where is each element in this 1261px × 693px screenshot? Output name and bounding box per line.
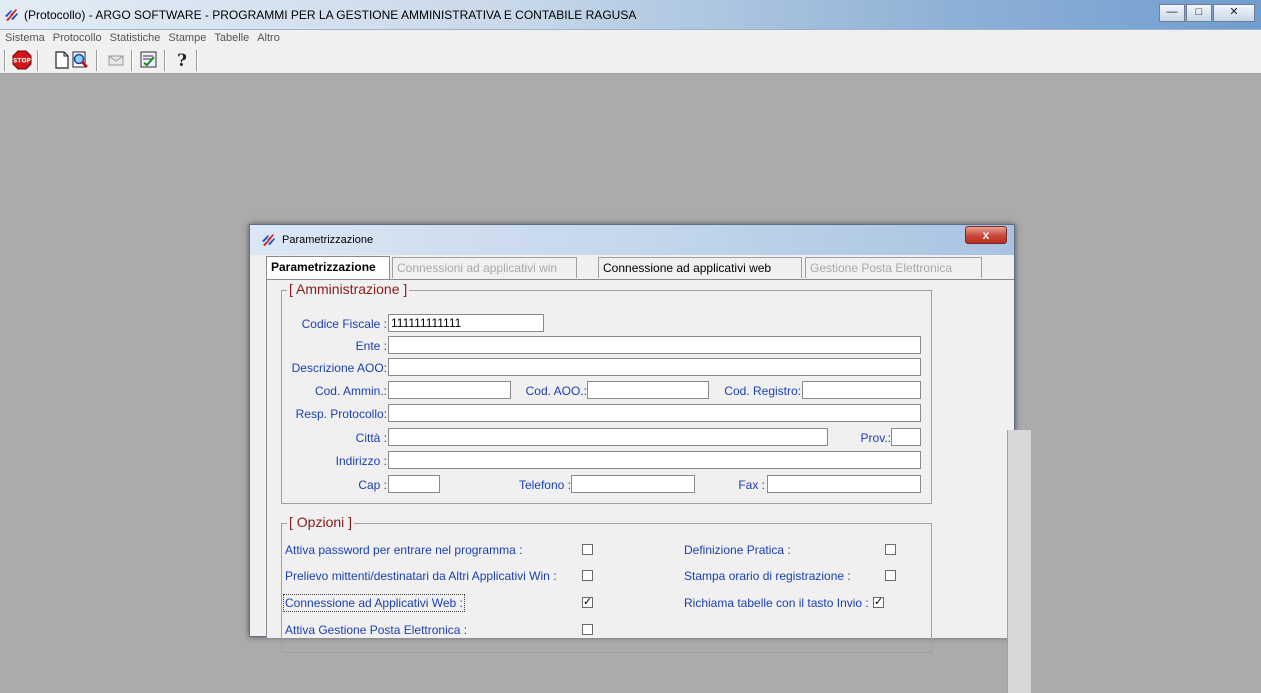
toolbar-separator — [4, 50, 6, 71]
checkbox-definizione-pratica[interactable] — [885, 544, 896, 555]
checkmark-icon: ✓ — [583, 596, 593, 608]
dialog-title-bar: Parametrizzazione x — [250, 225, 1014, 255]
menu-stampe[interactable]: Stampe — [163, 30, 209, 44]
parametrizzazione-dialog: Parametrizzazione x Parametrizzazione Co… — [249, 224, 1031, 693]
codice-fiscale-input[interactable] — [388, 314, 544, 332]
search-document-icon[interactable] — [70, 50, 90, 70]
dialog-close-button[interactable]: x — [965, 226, 1007, 244]
toolbar-separator — [131, 50, 133, 71]
cap-label: Cap : — [358, 478, 387, 492]
mail-icon[interactable] — [106, 50, 126, 70]
option-label-definizione-pratica: Definizione Pratica : — [684, 543, 791, 557]
window-title: (Protocollo) - ARGO SOFTWARE - PROGRAMMI… — [24, 8, 637, 22]
option-label-connessione-web: Connessione ad Applicativi Web : — [283, 594, 465, 612]
fax-input[interactable] — [767, 475, 921, 493]
argo-app-icon — [5, 9, 18, 21]
option-label-posta-elettronica: Attiva Gestione Posta Elettronica : — [285, 623, 468, 637]
tab-connessioni-win: Connessioni ad applicativi win — [392, 257, 577, 278]
checkbox-stampa-orario[interactable] — [885, 570, 896, 581]
tab-strip: Parametrizzazione Connessioni ad applica… — [266, 256, 982, 279]
tab-parametrizzazione[interactable]: Parametrizzazione — [266, 256, 390, 279]
toolbar-separator — [37, 50, 39, 71]
toolbar: STOP ? — [0, 47, 1261, 74]
minimize-button[interactable]: — — [1159, 4, 1185, 22]
opzioni-legend: [ Opzioni ] — [287, 514, 355, 530]
checkbox-connessione-web[interactable]: ✓ — [582, 597, 593, 608]
prov-label: Prov.: — [860, 431, 891, 445]
svg-text:STOP: STOP — [13, 58, 32, 65]
telefono-label: Telefono : — [518, 478, 571, 492]
cap-input[interactable] — [388, 475, 440, 493]
minimize-icon: — — [1166, 6, 1178, 18]
close-button[interactable]: ✕ — [1213, 4, 1255, 22]
resp-protocollo-input[interactable] — [388, 404, 921, 422]
checkmark-icon: ✓ — [874, 596, 884, 608]
edit-form-icon[interactable] — [139, 50, 159, 70]
maximize-button[interactable]: □ — [1186, 4, 1212, 22]
toolbar-separator — [96, 50, 98, 71]
menu-sistema[interactable]: Sistema — [0, 30, 48, 44]
resp-protocollo-label: Resp. Protocollo: — [295, 407, 387, 421]
option-label-password: Attiva password per entrare nel programm… — [285, 543, 523, 557]
argo-app-icon — [262, 234, 275, 246]
cod-aoo-label: Cod. AOO.: — [525, 384, 587, 398]
help-icon[interactable]: ? — [172, 50, 192, 70]
citta-input[interactable] — [388, 428, 828, 446]
tab-panel: [ Amministrazione ] Codice Fiscale : Ent… — [266, 279, 1031, 693]
descrizione-aoo-input[interactable] — [388, 358, 921, 376]
main-title-bar: (Protocollo) - ARGO SOFTWARE - PROGRAMMI… — [0, 0, 1261, 30]
menu-altro[interactable]: Altro — [252, 30, 283, 44]
indirizzo-label: Indirizzo : — [335, 454, 387, 468]
amministrazione-legend: [ Amministrazione ] — [287, 281, 410, 297]
menu-tabelle[interactable]: Tabelle — [209, 30, 252, 44]
checkbox-password[interactable] — [582, 544, 593, 555]
menu-statistiche[interactable]: Statistiche — [105, 30, 164, 44]
new-document-icon[interactable] — [52, 50, 72, 70]
ente-label: Ente : — [355, 339, 387, 353]
close-icon: x — [982, 228, 990, 242]
option-label-richiama-tabelle: Richiama tabelle con il tasto Invio : — [684, 596, 869, 610]
prov-input[interactable] — [891, 428, 921, 446]
cod-aoo-input[interactable] — [587, 381, 709, 399]
toolbar-separator — [196, 50, 198, 71]
checkbox-posta-elettronica[interactable] — [582, 624, 593, 635]
svg-text:?: ? — [177, 51, 187, 70]
codice-fiscale-label: Codice Fiscale : — [301, 317, 387, 331]
ente-input[interactable] — [388, 336, 921, 354]
indirizzo-input[interactable] — [388, 451, 921, 469]
option-label-prelievo-mittenti: Prelievo mittenti/destinatari da Altri A… — [285, 569, 557, 583]
option-label-stampa-orario: Stampa orario di registrazione : — [684, 569, 851, 583]
cod-registro-label: Cod. Registro: — [724, 384, 801, 398]
panel-side-area — [1007, 430, 1031, 693]
cod-registro-input[interactable] — [802, 381, 921, 399]
citta-label: Città : — [355, 431, 387, 445]
stop-icon[interactable]: STOP — [12, 50, 32, 70]
dialog-title: Parametrizzazione — [282, 234, 374, 246]
toolbar-separator — [164, 50, 166, 71]
checkbox-richiama-tabelle[interactable]: ✓ — [873, 597, 884, 608]
telefono-input[interactable] — [571, 475, 695, 493]
cod-ammin-input[interactable] — [388, 381, 511, 399]
tab-posta-elettronica: Gestione Posta Elettronica — [805, 257, 982, 278]
tab-connessione-web[interactable]: Connessione ad applicativi web — [598, 257, 802, 278]
cod-ammin-label: Cod. Ammin.: — [314, 384, 387, 398]
checkbox-prelievo-mittenti[interactable] — [582, 570, 593, 581]
descrizione-aoo-label: Descrizione AOO: — [291, 361, 387, 375]
menu-protocollo[interactable]: Protocollo — [48, 30, 105, 44]
fax-label: Fax : — [738, 478, 765, 492]
maximize-icon: □ — [1195, 6, 1203, 18]
close-icon: ✕ — [1229, 6, 1239, 18]
menu-bar: Sistema Protocollo Statistiche Stampe Tabell… — [0, 30, 1261, 47]
